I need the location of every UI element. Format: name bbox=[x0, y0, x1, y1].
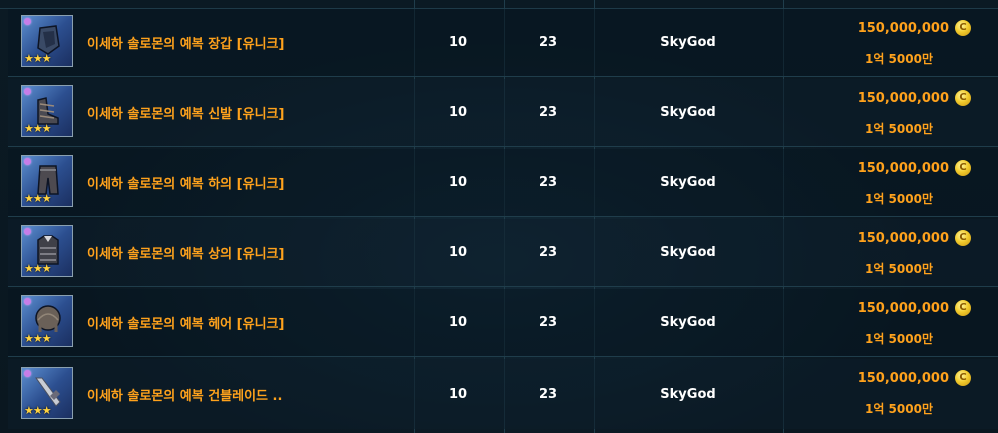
price-value: 150,000,000 bbox=[857, 231, 949, 246]
item-name[interactable]: 이세하 솔로몬의 예복 건블레이드 .. bbox=[87, 359, 282, 429]
pants-icon[interactable]: ★★★ bbox=[21, 155, 73, 207]
gem-icon bbox=[24, 370, 31, 377]
item-count: 23 bbox=[538, 245, 558, 260]
price-block: 150,000,000 C 1억 5000만 bbox=[811, 359, 971, 429]
item-count: 23 bbox=[538, 386, 558, 402]
rarity-stars: ★★★ bbox=[24, 122, 52, 135]
item-count: 23 bbox=[538, 175, 558, 190]
item-level: 10 bbox=[448, 245, 468, 260]
item-name[interactable]: 이세하 솔로몬의 예복 신발 [유니크] bbox=[87, 79, 284, 146]
top-icon[interactable]: ★★★ bbox=[21, 225, 73, 277]
price-block: 150,000,000 C 1억 5000만 bbox=[811, 79, 971, 146]
gem-icon bbox=[24, 298, 31, 305]
hair-icon[interactable]: ★★★ bbox=[21, 295, 73, 347]
seller-name: SkyGod bbox=[660, 175, 716, 190]
shoes-icon[interactable]: ★★★ bbox=[21, 85, 73, 137]
seller-name: SkyGod bbox=[660, 315, 716, 330]
price-block: 150,000,000 C 1억 5000만 bbox=[811, 9, 971, 76]
seller-name: SkyGod bbox=[660, 386, 716, 402]
price-korean: 1억 5000만 bbox=[864, 52, 933, 66]
seller-name: SkyGod bbox=[660, 245, 716, 260]
item-level: 10 bbox=[448, 105, 468, 120]
rarity-stars: ★★★ bbox=[24, 332, 52, 345]
gold-coin-icon: C bbox=[955, 20, 971, 36]
price-block: 150,000,000 C 1억 5000만 bbox=[811, 289, 971, 356]
gem-icon bbox=[24, 228, 31, 235]
item-count: 23 bbox=[538, 105, 558, 120]
item-name[interactable]: 이세하 솔로몬의 예복 하의 [유니크] bbox=[87, 149, 284, 216]
gold-coin-icon: C bbox=[955, 370, 971, 386]
gold-coin-icon: C bbox=[955, 230, 971, 246]
gold-coin-icon: C bbox=[955, 300, 971, 316]
price-block: 150,000,000 C 1억 5000만 bbox=[811, 219, 971, 286]
price-value: 150,000,000 bbox=[857, 21, 949, 36]
gem-icon bbox=[24, 158, 31, 165]
price-korean: 1억 5000만 bbox=[864, 262, 933, 276]
rarity-stars: ★★★ bbox=[24, 262, 52, 275]
gloves-icon[interactable]: ★★★ bbox=[21, 15, 73, 67]
price-korean: 1억 5000만 bbox=[864, 332, 933, 346]
price-block: 150,000,000 C 1억 5000만 bbox=[811, 149, 971, 216]
price-value: 150,000,000 bbox=[857, 301, 949, 316]
rarity-stars: ★★★ bbox=[24, 404, 52, 417]
gem-icon bbox=[24, 88, 31, 95]
gunblade-icon[interactable]: ★★★ bbox=[21, 367, 73, 419]
rarity-stars: ★★★ bbox=[24, 192, 52, 205]
table-top-strip bbox=[0, 0, 998, 9]
price-korean: 1억 5000만 bbox=[864, 192, 933, 206]
table-row[interactable]: ★★★ 이세하 솔로몬의 예복 건블레이드 .. 10 23 SkyGod 15… bbox=[8, 359, 998, 429]
item-level: 10 bbox=[448, 175, 468, 190]
item-level: 10 bbox=[448, 315, 468, 330]
gold-coin-icon: C bbox=[955, 90, 971, 106]
table-row[interactable]: ★★★ 이세하 솔로몬의 예복 헤어 [유니크] 10 23 SkyGod 15… bbox=[8, 289, 998, 357]
price-korean: 1억 5000만 bbox=[864, 402, 933, 416]
table-row[interactable]: ★★★ 이세하 솔로몬의 예복 신발 [유니크] 10 23 SkyGod 15… bbox=[8, 79, 998, 147]
price-value: 150,000,000 bbox=[857, 161, 949, 176]
gem-icon bbox=[24, 18, 31, 25]
table-row[interactable]: ★★★ 이세하 솔로몬의 예복 하의 [유니크] 10 23 SkyGod 15… bbox=[8, 149, 998, 217]
price-korean: 1억 5000만 bbox=[864, 122, 933, 136]
item-count: 23 bbox=[538, 35, 558, 50]
seller-name: SkyGod bbox=[660, 35, 716, 50]
price-value: 150,000,000 bbox=[857, 91, 949, 106]
table-row[interactable]: ★★★ 이세하 솔로몬의 예복 상의 [유니크] 10 23 SkyGod 15… bbox=[8, 219, 998, 287]
marketplace-listing-table: ★★★ 이세하 솔로몬의 예복 장갑 [유니크] 10 23 SkyGod 15… bbox=[0, 0, 998, 433]
seller-name: SkyGod bbox=[660, 105, 716, 120]
price-value: 150,000,000 bbox=[857, 371, 949, 386]
item-name[interactable]: 이세하 솔로몬의 예복 상의 [유니크] bbox=[87, 219, 284, 286]
rarity-stars: ★★★ bbox=[24, 52, 52, 65]
gold-coin-icon: C bbox=[955, 160, 971, 176]
table-row[interactable]: ★★★ 이세하 솔로몬의 예복 장갑 [유니크] 10 23 SkyGod 15… bbox=[8, 9, 998, 77]
item-level: 10 bbox=[448, 35, 468, 50]
item-level: 10 bbox=[448, 386, 468, 402]
item-count: 23 bbox=[538, 315, 558, 330]
item-name[interactable]: 이세하 솔로몬의 예복 헤어 [유니크] bbox=[87, 289, 284, 356]
item-name[interactable]: 이세하 솔로몬의 예복 장갑 [유니크] bbox=[87, 9, 284, 76]
